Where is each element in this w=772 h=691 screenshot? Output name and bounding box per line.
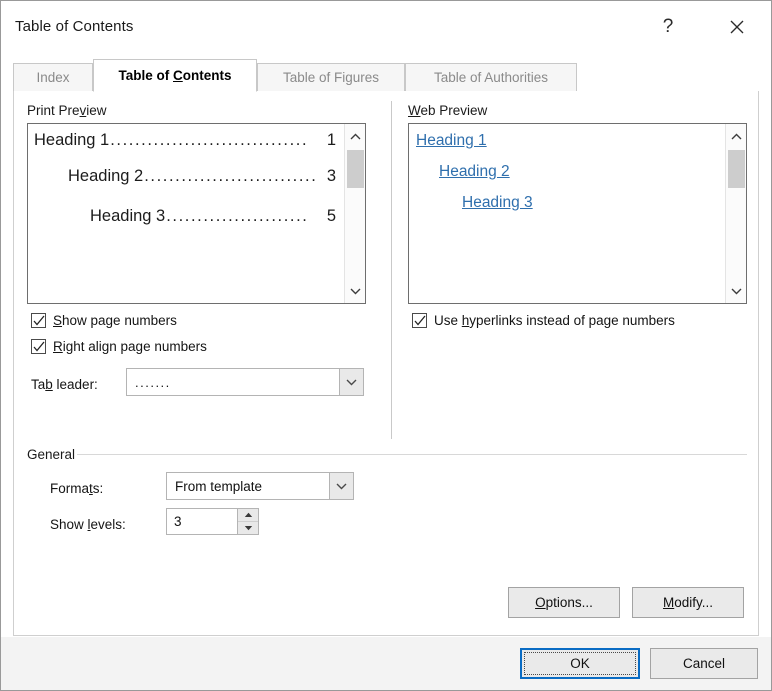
tab-index[interactable]: Index	[13, 63, 93, 92]
show-levels-label: Show levels:	[50, 517, 126, 532]
print-preview-group-label: Print Preview	[27, 103, 107, 118]
modify-button-label: Modify...	[662, 595, 714, 610]
checkbox-checked-icon	[31, 313, 46, 328]
web-preview-entry-1[interactable]: Heading 1	[416, 132, 487, 150]
show-levels-spin-buttons[interactable]	[237, 509, 258, 534]
web-preview-group-label: Web Preview	[408, 103, 488, 118]
tab-leader-combobox[interactable]: .......	[126, 368, 364, 396]
tab-index-label: Index	[36, 70, 70, 85]
entry-label: Heading 2	[68, 167, 144, 185]
dialog-footer: OK Cancel	[1, 637, 771, 690]
dialog-titlebar: Table of Contents ?	[1, 1, 771, 53]
show-levels-spinner[interactable]: 3	[166, 508, 259, 535]
spinner-up-icon[interactable]	[238, 509, 258, 522]
checkbox-checked-icon	[412, 313, 427, 328]
tab-panel-table-of-contents: Print Preview Heading 1 ................…	[13, 91, 759, 636]
tab-table-of-figures[interactable]: Table of Figures	[257, 63, 405, 92]
general-group-label: General	[27, 447, 76, 462]
chevron-up-icon[interactable]	[345, 126, 365, 147]
panel-divider	[391, 101, 392, 439]
print-preview-entry-3: Heading 3 ....................... 5	[90, 207, 336, 226]
entry-leader: .......................	[166, 207, 309, 225]
right-align-page-numbers-label: Right align page numbers	[53, 339, 207, 354]
tab-table-of-contents-label: Table of Contents	[118, 68, 232, 83]
web-preview-entry-2[interactable]: Heading 2	[439, 163, 510, 181]
tab-table-of-figures-label: Table of Figures	[282, 70, 380, 85]
web-preview-content: Heading 1 Heading 2 Heading 3	[409, 124, 746, 303]
dialog-tabstrip: Index Table of Contents Table of Figures…	[13, 59, 759, 92]
chevron-down-icon[interactable]	[339, 369, 363, 395]
show-page-numbers-label: Show page numbers	[53, 313, 177, 328]
right-align-page-numbers-checkbox[interactable]: Right align page numbers	[31, 339, 207, 354]
formats-combobox[interactable]: From template	[166, 472, 354, 500]
entry-page-number: 3	[326, 167, 336, 185]
options-button[interactable]: Options...	[508, 587, 620, 618]
use-hyperlinks-label: Use hyperlinks instead of page numbers	[434, 313, 675, 328]
chevron-down-icon[interactable]	[345, 280, 365, 301]
modify-button[interactable]: Modify...	[632, 587, 744, 618]
entry-label: Heading 3	[90, 207, 166, 225]
entry-label: Heading 1	[34, 131, 110, 149]
checkbox-checked-icon	[31, 339, 46, 354]
entry-page-number: 5	[326, 207, 336, 225]
chevron-up-icon[interactable]	[726, 126, 746, 147]
cancel-button[interactable]: Cancel	[650, 648, 758, 679]
options-button-label: Options...	[535, 595, 593, 610]
table-of-contents-dialog: Table of Contents ? Index Table of Conte…	[0, 0, 772, 691]
focus-ring	[524, 652, 636, 675]
formats-value: From template	[175, 478, 263, 494]
print-preview-box[interactable]: Heading 1 ..............................…	[27, 123, 366, 304]
scrollbar-thumb[interactable]	[728, 150, 745, 188]
ok-button[interactable]: OK	[520, 648, 640, 679]
cancel-button-label: Cancel	[682, 656, 726, 671]
web-preview-box[interactable]: Heading 1 Heading 2 Heading 3	[408, 123, 747, 304]
tab-table-of-authorities-label: Table of Authorities	[433, 70, 549, 85]
print-preview-entry-1: Heading 1 ..............................…	[34, 131, 336, 150]
general-group-rule	[77, 454, 747, 455]
formats-label: Formats:	[50, 481, 104, 496]
show-levels-value[interactable]: 3	[167, 514, 237, 529]
chevron-down-icon[interactable]	[726, 280, 746, 301]
print-preview-scrollbar[interactable]	[344, 124, 365, 303]
print-preview-entry-2: Heading 2 ............................ 3	[68, 167, 336, 186]
tab-table-of-contents[interactable]: Table of Contents	[93, 59, 257, 92]
entry-leader: ............................	[144, 167, 318, 185]
spinner-down-icon[interactable]	[238, 522, 258, 534]
web-preview-entry-3[interactable]: Heading 3	[462, 194, 533, 212]
entry-page-number: 1	[326, 131, 336, 149]
show-page-numbers-checkbox[interactable]: Show page numbers	[31, 313, 177, 328]
tab-leader-value: .......	[135, 374, 171, 390]
chevron-down-icon[interactable]	[329, 473, 353, 499]
scrollbar-thumb[interactable]	[347, 150, 364, 188]
help-question-icon[interactable]: ?	[646, 11, 690, 43]
use-hyperlinks-checkbox[interactable]: Use hyperlinks instead of page numbers	[412, 313, 675, 328]
entry-leader: ................................	[110, 131, 309, 149]
close-x-icon[interactable]	[715, 11, 759, 43]
dialog-title: Table of Contents	[15, 18, 134, 35]
web-preview-scrollbar[interactable]	[725, 124, 746, 303]
tab-table-of-authorities[interactable]: Table of Authorities	[405, 63, 577, 92]
print-preview-content: Heading 1 ..............................…	[28, 124, 365, 303]
tab-leader-label: Tab leader:	[31, 377, 98, 392]
